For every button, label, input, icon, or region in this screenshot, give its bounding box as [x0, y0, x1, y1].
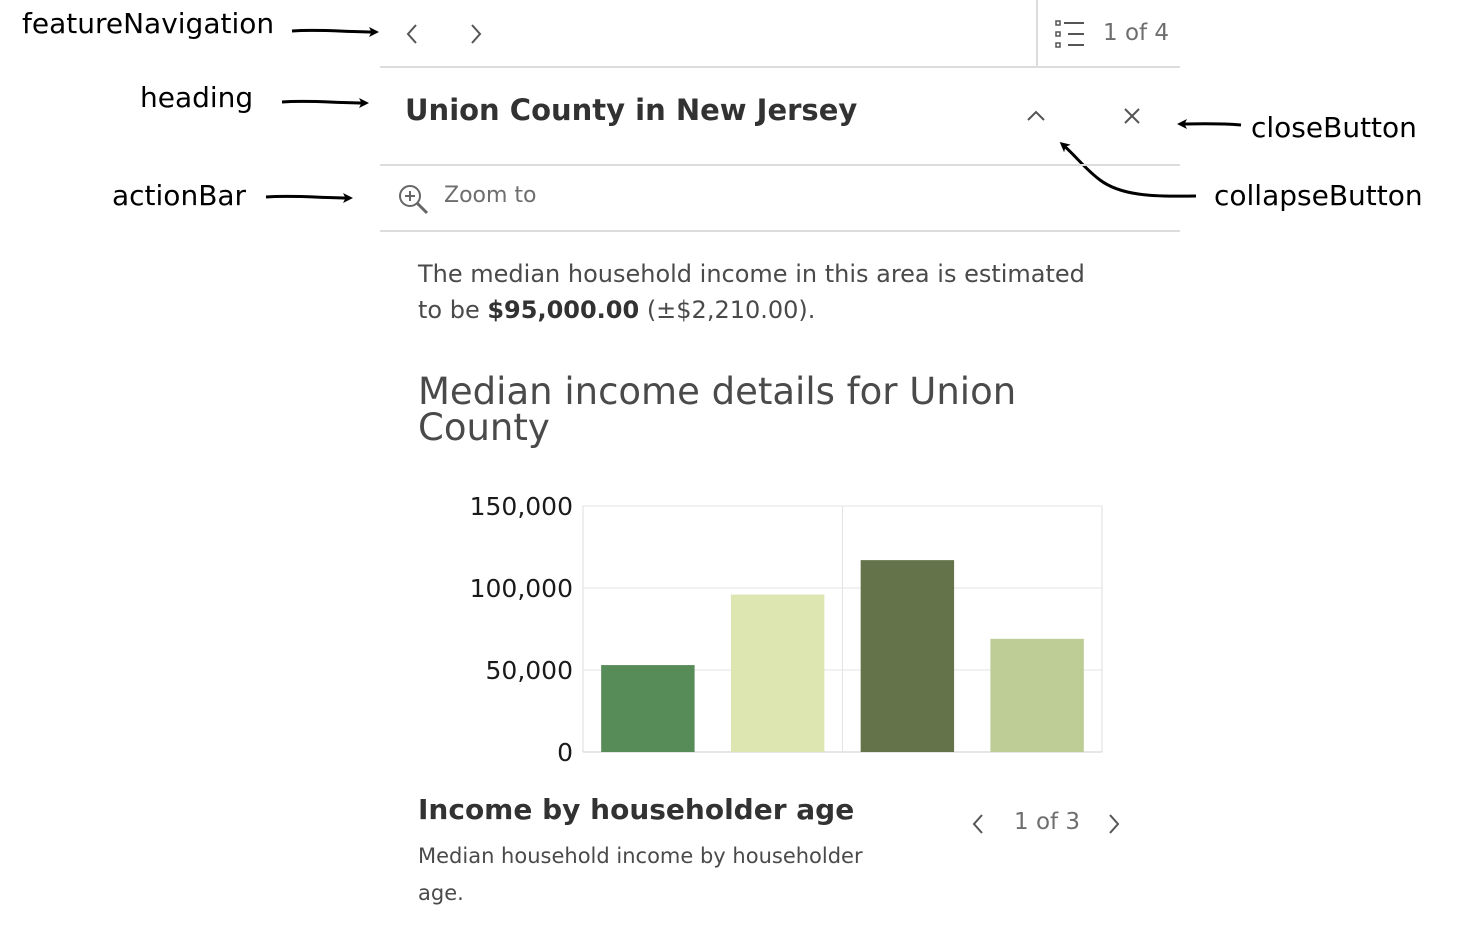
close-button-arrow [1177, 118, 1242, 129]
action-bar-arrow [265, 192, 353, 203]
collapse-button[interactable] [1016, 96, 1056, 136]
chart-bar[interactable] [601, 665, 695, 752]
description-text: to be [418, 296, 488, 324]
close-button[interactable] [1112, 96, 1152, 136]
next-chart-button[interactable] [1094, 804, 1134, 844]
description-line: to be $95,000.00 (±$2,210.00). [418, 292, 1148, 328]
chevron-up-icon [1027, 110, 1045, 121]
chevron-right-icon [471, 24, 482, 44]
chart-bar[interactable] [730, 594, 825, 752]
description-line: The median household income in this area… [418, 260, 1085, 288]
zoom-to-label: Zoom to [444, 183, 537, 208]
divider [380, 164, 1180, 166]
chart-bar[interactable] [860, 560, 955, 752]
chevron-left-icon [406, 24, 417, 44]
previous-feature-button[interactable] [392, 14, 432, 54]
chart-heading-line: County [418, 406, 550, 449]
chart-bar[interactable] [990, 638, 1084, 752]
close-icon [1124, 108, 1140, 124]
y-tick-label: 150,000 [469, 492, 573, 521]
chart-heading: Median income details for Union County [418, 370, 1017, 449]
chart-description-line: age. [418, 881, 464, 905]
income-value: $95,000.00 [487, 296, 640, 324]
list-icon [1055, 20, 1084, 48]
feature-list-button[interactable] [1054, 20, 1086, 50]
feature-nav-divider [1036, 0, 1038, 66]
chevron-left-icon [972, 814, 983, 834]
chart-description-line: Median household income by householder [418, 844, 863, 868]
chart-plot-area [582, 505, 1103, 753]
chart-description: Median household income by householder a… [418, 838, 918, 912]
feature-counter: 1 of 4 [1103, 20, 1170, 46]
annotation-collapse-button: collapseButton [1214, 179, 1423, 212]
popup-description: The median household income in this area… [418, 256, 1148, 328]
heading-arrow [281, 97, 369, 108]
y-tick-label: 100,000 [469, 574, 573, 603]
feature-navigation-arrow [291, 26, 379, 37]
previous-chart-button[interactable] [958, 804, 998, 844]
divider [380, 230, 1180, 232]
chart-heading-line: Median income details for Union [418, 370, 1017, 413]
annotation-close-button: closeButton [1251, 111, 1417, 144]
y-tick-label: 0 [557, 738, 573, 767]
annotation-action-bar: actionBar [112, 179, 247, 212]
annotation-feature-navigation: featureNavigation [22, 7, 275, 40]
next-feature-button[interactable] [456, 14, 496, 54]
popup-heading: Union County in New Jersey [405, 93, 858, 127]
chart-counter: 1 of 3 [1014, 809, 1081, 835]
chevron-right-icon [1109, 814, 1120, 834]
y-tick-label: 50,000 [485, 656, 573, 685]
income-margin: (±$2,210.00). [639, 296, 816, 324]
divider [380, 66, 1180, 68]
collapse-button-arrow [1059, 142, 1197, 198]
zoom-in-icon [399, 185, 429, 215]
annotation-heading: heading [140, 81, 254, 114]
chart-title: Income by householder age [418, 793, 855, 826]
